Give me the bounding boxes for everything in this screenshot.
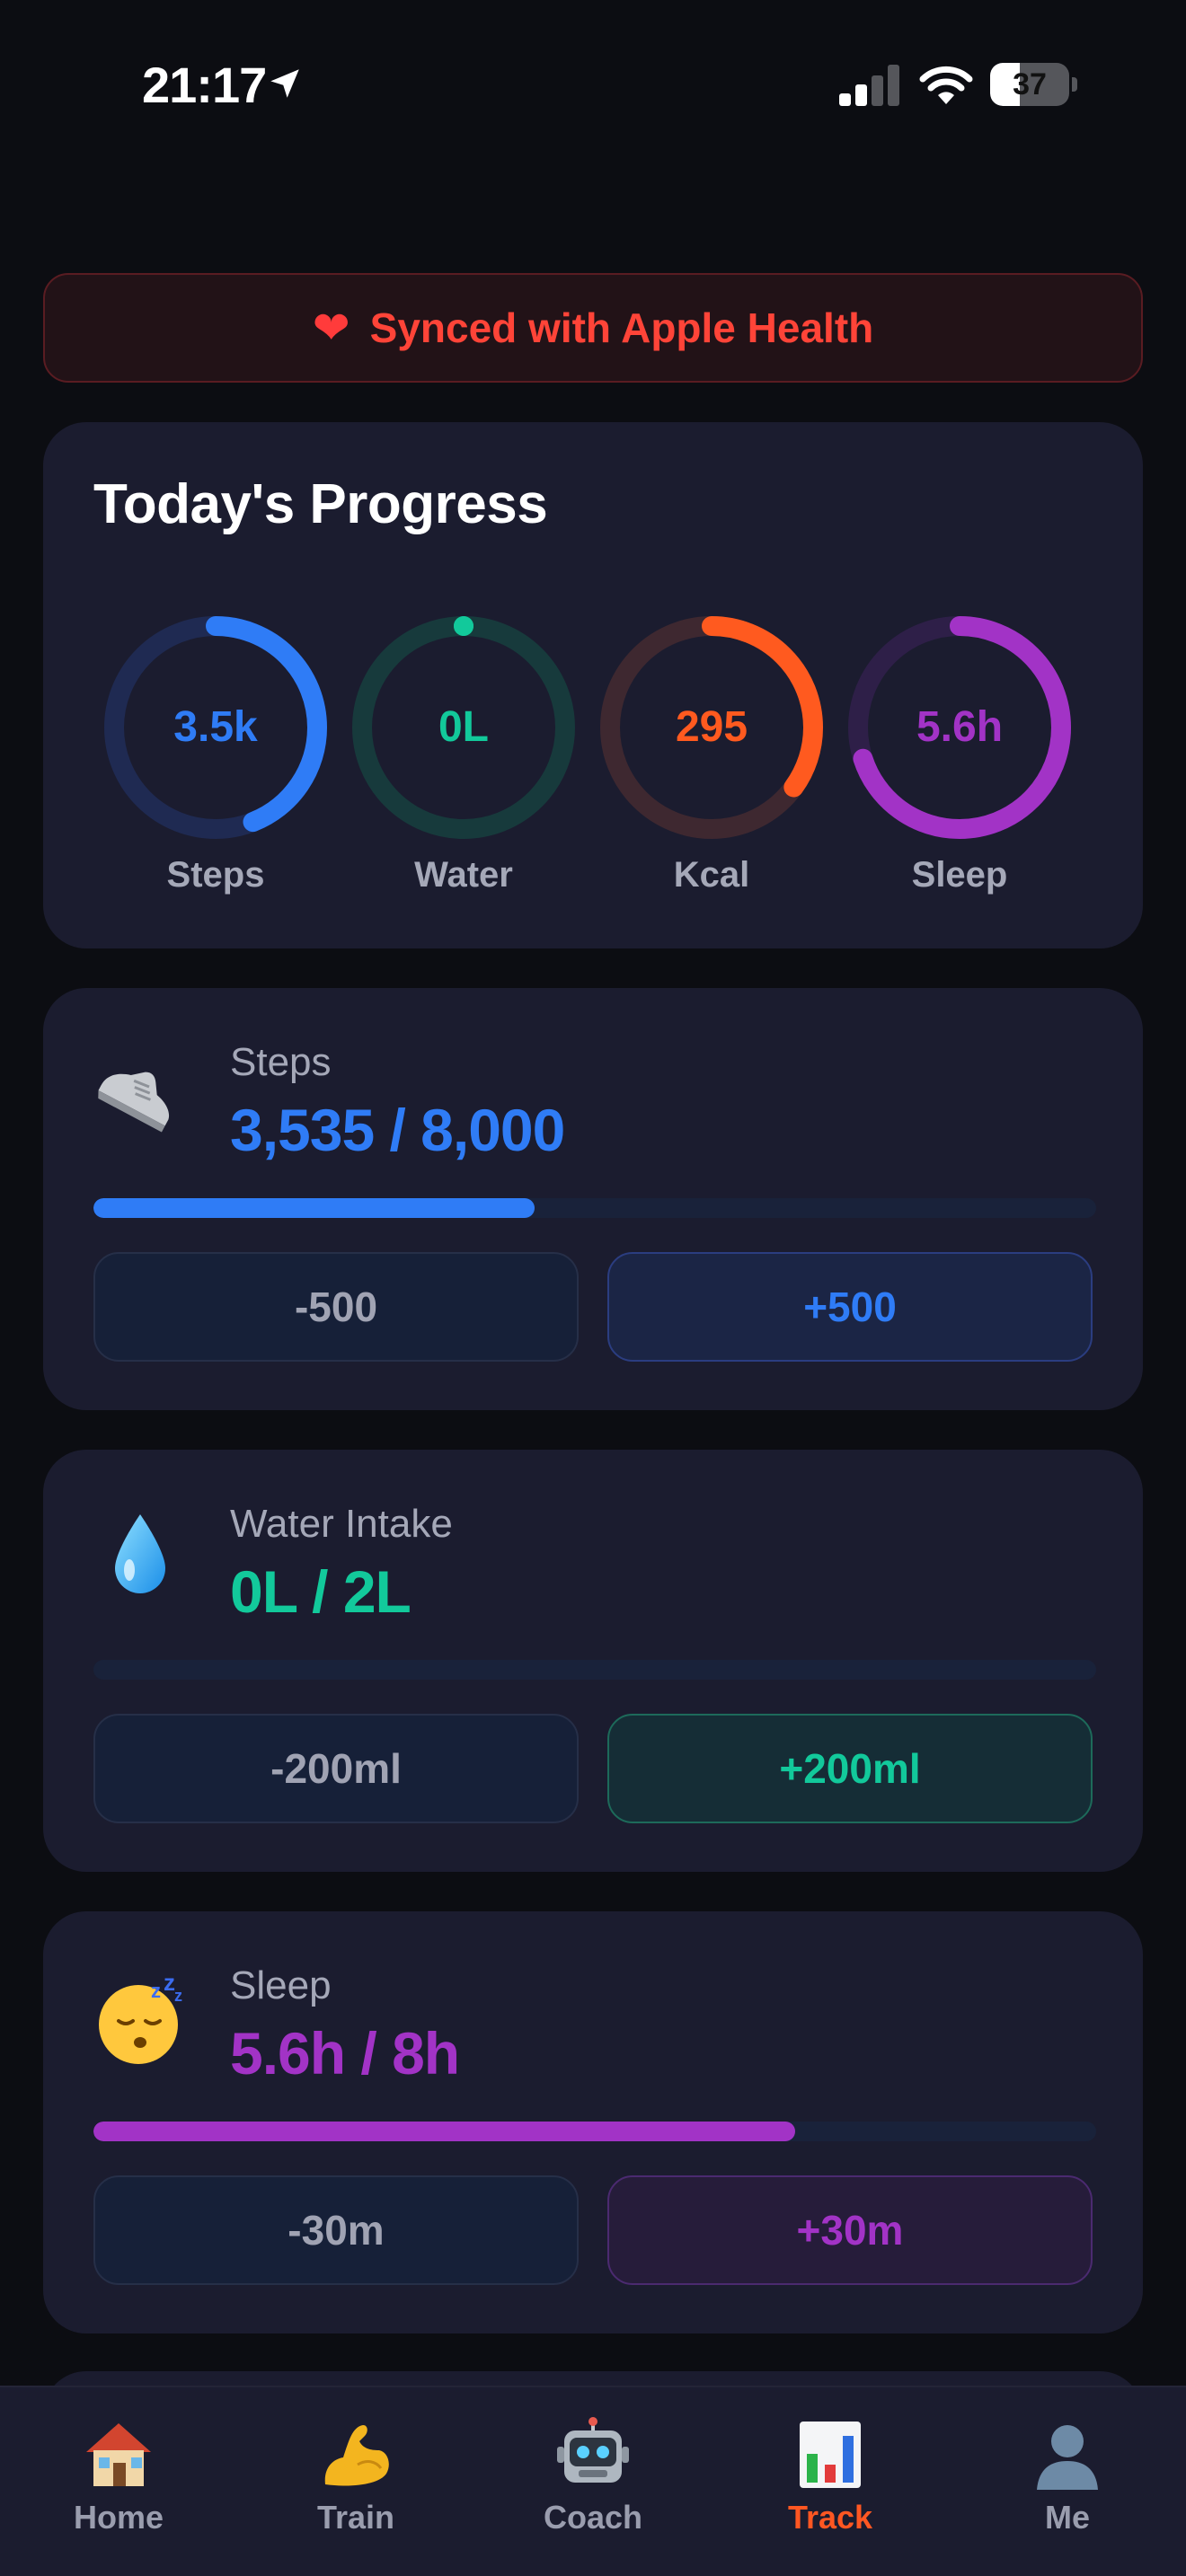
- status-bar: 21:17 37: [0, 0, 1186, 171]
- ring-water: 0L: [349, 613, 579, 842]
- battery-nub: [1072, 77, 1077, 92]
- screen: 21:17 37 ❤ Synced with Apple Health Toda…: [0, 0, 1186, 2576]
- ring-water-value: 0L: [438, 703, 489, 751]
- svg-text:z: z: [174, 1987, 182, 2005]
- progress-title: Today's Progress: [93, 473, 548, 535]
- ring-kcal-label: Kcal: [673, 855, 750, 895]
- sneaker-icon: [98, 1072, 170, 1133]
- tab-track-label: Track: [787, 2499, 873, 2536]
- water-value: 0L / 2L: [230, 1558, 412, 1625]
- battery-icon: 37: [990, 63, 1077, 106]
- steps-decrease-button[interactable]: -500: [93, 1252, 579, 1362]
- status-time: 21:17: [142, 57, 267, 113]
- tab-train[interactable]: Train: [257, 2414, 455, 2549]
- ring-water-label: Water: [414, 855, 513, 895]
- flexed-biceps-icon: [324, 2425, 389, 2486]
- tab-home-label: Home: [73, 2499, 164, 2536]
- water-increase-button[interactable]: +200ml: [607, 1714, 1093, 1823]
- tab-home[interactable]: Home: [20, 2414, 217, 2549]
- ring-kcal: 295: [597, 613, 827, 842]
- steps-value: 3,535 / 8,000: [230, 1097, 565, 1163]
- todays-progress-card: Today's Progress 3.5k Steps 0L Water 295 Kcal…: [43, 422, 1143, 948]
- signal-bar: [839, 93, 851, 106]
- tab-track[interactable]: Track: [731, 2414, 929, 2549]
- steps-progress-fill: [93, 1198, 535, 1218]
- heart-icon: ❤: [312, 303, 350, 353]
- sleep-label: Sleep: [230, 1963, 332, 2007]
- svg-text:z: z: [151, 1980, 161, 2002]
- ring-kcal-value: 295: [675, 703, 748, 751]
- ring-steps-value: 3.5k: [173, 703, 258, 751]
- steps-increase-button[interactable]: +500: [607, 1252, 1093, 1362]
- water-label: Water Intake: [230, 1502, 453, 1546]
- ring-steps: 3.5k: [101, 613, 331, 842]
- progress-rings: 3.5k Steps 0L Water 295 Kcal 5.6h Sleep: [43, 613, 1143, 895]
- bottom-tab-bar: Home Train Coach Track Me: [0, 2386, 1186, 2576]
- health-sync-banner[interactable]: ❤ Synced with Apple Health: [43, 273, 1143, 383]
- sleeping-face-icon: z z z: [99, 1974, 182, 2064]
- ring-steps-label: Steps: [166, 855, 265, 895]
- steps-card: Steps 3,535 / 8,000 -500 +500: [43, 988, 1143, 1410]
- bar-chart-icon: [800, 2422, 861, 2488]
- steps-label: Steps: [230, 1040, 332, 1084]
- sleep-decrease-button[interactable]: -30m: [93, 2175, 579, 2285]
- sleep-value: 5.6h / 8h: [230, 2020, 460, 2086]
- ring-sleep: 5.6h: [845, 613, 1075, 842]
- location-arrow-icon: [270, 69, 299, 98]
- water-progress-track: [93, 1660, 1096, 1680]
- person-silhouette-icon: [1037, 2425, 1098, 2490]
- droplet-icon: [115, 1514, 165, 1593]
- ring-sleep-label: Sleep: [911, 855, 1008, 895]
- tab-coach[interactable]: Coach: [494, 2414, 692, 2549]
- signal-bar: [855, 84, 867, 106]
- signal-bar: [888, 65, 899, 106]
- sleep-card: z z z Sleep 5.6h / 8h -30m +30m: [43, 1911, 1143, 2333]
- tab-me-label: Me: [1044, 2499, 1090, 2536]
- tab-coach-label: Coach: [543, 2499, 643, 2536]
- signal-bar: [872, 75, 883, 106]
- sleep-progress-track: [93, 2122, 1096, 2141]
- water-intake-card: Water Intake 0L / 2L -200ml +200ml: [43, 1450, 1143, 1872]
- tab-train-label: Train: [316, 2499, 395, 2536]
- water-decrease-button[interactable]: -200ml: [93, 1714, 579, 1823]
- tab-me[interactable]: Me: [969, 2414, 1166, 2549]
- house-icon: [86, 2423, 151, 2486]
- sync-banner-text: Synced with Apple Health: [369, 304, 874, 351]
- sleep-increase-button[interactable]: +30m: [607, 2175, 1093, 2285]
- ring-sleep-value: 5.6h: [916, 703, 1004, 751]
- robot-icon: [557, 2417, 629, 2483]
- steps-progress-track: [93, 1198, 1096, 1218]
- battery-percent: 37: [1013, 67, 1047, 101]
- cellular-signal-icon: [839, 65, 900, 106]
- wifi-icon: [919, 66, 973, 104]
- sleep-progress-fill: [93, 2122, 796, 2141]
